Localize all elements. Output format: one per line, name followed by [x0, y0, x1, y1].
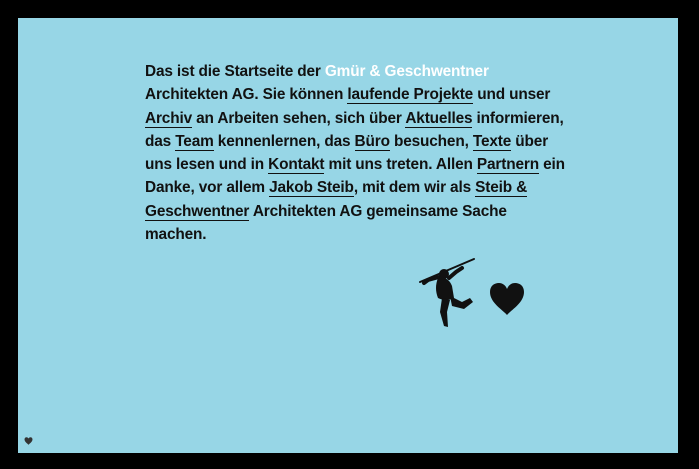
intro-text-2: und unser: [473, 86, 551, 104]
link-archiv[interactable]: Archiv: [145, 109, 192, 128]
heart-icon: [490, 283, 524, 315]
link-texte[interactable]: Texte: [472, 132, 511, 151]
link-jakob-steib[interactable]: Jakob Steib: [269, 179, 354, 198]
intro-text-8: mit uns treten. Allen: [324, 156, 477, 174]
link-kontakt[interactable]: Kontakt: [268, 156, 325, 175]
link-partnern[interactable]: Partnern: [476, 156, 539, 175]
brand-name: Gmür & Geschwentner: [324, 63, 489, 80]
intro-text-5: kennenlernen, das: [213, 132, 355, 150]
climber-silhouette-icon: [419, 258, 475, 327]
intro-text-1: Architekten AG. Sie können: [145, 86, 348, 104]
link-team[interactable]: Team: [175, 132, 214, 151]
page-panel: Das ist die Startseite der Gmür & Geschw…: [18, 18, 678, 453]
intro-text-3: an Arbeiten sehen, sich über: [192, 109, 406, 127]
intro-text: Das ist die Startseite der Gmür & Geschw…: [145, 60, 565, 246]
intro-text-10: , mit dem wir als: [353, 179, 476, 197]
intro-text-0: Das ist die Startseite der: [145, 63, 325, 80]
intro-text-6: besuchen,: [389, 132, 473, 150]
link-aktuelles[interactable]: Aktuelles: [405, 109, 473, 128]
link-laufende-projekte[interactable]: laufende Projekte: [347, 86, 473, 105]
link-buero[interactable]: Büro: [354, 132, 390, 151]
small-heart-icon[interactable]: [24, 437, 33, 445]
